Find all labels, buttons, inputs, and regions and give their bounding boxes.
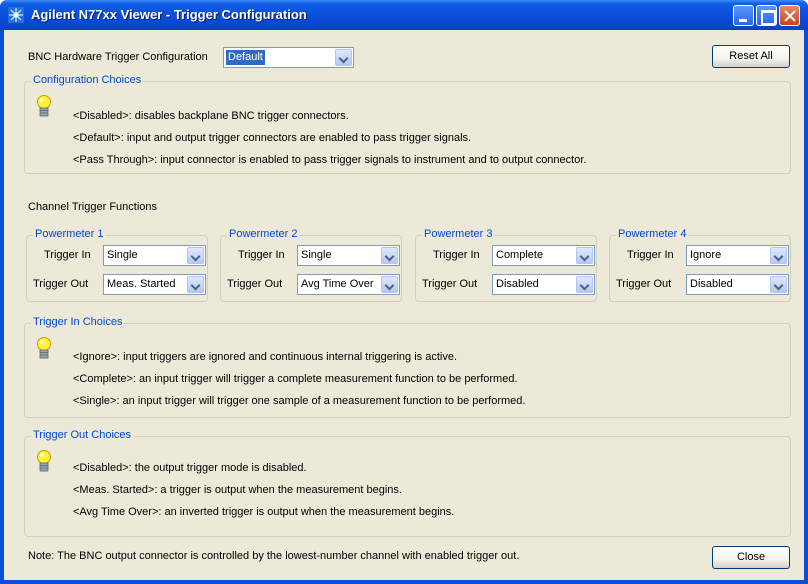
powermeter-2-title: Powermeter 2	[227, 228, 300, 240]
bnc-config-select[interactable]: Default	[223, 47, 354, 68]
powermeter-2-group: Powermeter 2 Trigger In Single Trigger O…	[220, 228, 402, 302]
bnc-config-label: BNC Hardware Trigger Configuration	[28, 51, 208, 63]
trigger-out-choice-avg-time-over: <Avg Time Over>: an inverted trigger is …	[73, 506, 455, 518]
app-icon	[8, 7, 24, 23]
trigger-in-label: Trigger In	[44, 249, 91, 261]
chevron-down-icon[interactable]	[187, 247, 204, 264]
trigger-in-label: Trigger In	[627, 249, 674, 261]
powermeter-3-group: Powermeter 3 Trigger In Complete Trigger…	[415, 228, 597, 302]
chevron-down-icon[interactable]	[335, 49, 352, 66]
trigger-in-choices-group: Trigger In Choices <Ignore>: input trigg…	[24, 316, 791, 418]
trigger-in-label: Trigger In	[238, 249, 285, 261]
trigger-out-choice-disabled: <Disabled>: the output trigger mode is d…	[73, 462, 307, 474]
minimize-icon[interactable]	[733, 5, 754, 26]
powermeter-4-trigger-out-value: Disabled	[690, 278, 733, 290]
powermeter-3-title: Powermeter 3	[422, 228, 495, 240]
powermeter-1-title: Powermeter 1	[33, 228, 106, 240]
chevron-down-icon[interactable]	[381, 276, 398, 293]
trigger-in-choice-complete: <Complete>: an input trigger will trigge…	[73, 373, 518, 385]
window-title: Agilent N77xx Viewer - Trigger Configura…	[31, 7, 307, 22]
reset-all-button[interactable]: Reset All	[712, 45, 790, 68]
close-button[interactable]: Close	[712, 546, 790, 569]
close-icon[interactable]	[779, 5, 800, 26]
powermeter-1-trigger-out-select[interactable]: Meas. Started	[103, 274, 206, 295]
powermeter-4-trigger-in-select[interactable]: Ignore	[686, 245, 789, 266]
trigger-out-choice-meas-started: <Meas. Started>: a trigger is output whe…	[73, 484, 402, 496]
powermeter-2-trigger-in-select[interactable]: Single	[297, 245, 400, 266]
powermeter-4-title: Powermeter 4	[616, 228, 689, 240]
lightbulb-icon	[37, 337, 51, 359]
trigger-out-choices-group: Trigger Out Choices <Disabled>: the outp…	[24, 429, 791, 537]
powermeter-3-trigger-out-select[interactable]: Disabled	[492, 274, 595, 295]
trigger-in-choices-title: Trigger In Choices	[31, 316, 125, 328]
config-choice-disabled: <Disabled>: disables backplane BNC trigg…	[73, 110, 349, 122]
powermeter-4-group: Powermeter 4 Trigger In Ignore Trigger O…	[609, 228, 791, 302]
powermeter-4-trigger-in-value: Ignore	[690, 249, 722, 261]
bnc-config-value: Default	[226, 50, 265, 65]
powermeter-3-trigger-in-value: Complete	[496, 249, 544, 261]
powermeter-1-trigger-in-value: Single	[107, 249, 138, 261]
lightbulb-icon	[37, 95, 51, 117]
footer-note: Note: The BNC output connector is contro…	[28, 550, 520, 562]
trigger-config-window: Agilent N77xx Viewer - Trigger Configura…	[0, 0, 808, 584]
config-choice-pass-through: <Pass Through>: input connector is enabl…	[73, 154, 587, 166]
trigger-out-label: Trigger Out	[227, 278, 283, 290]
channel-trigger-functions-title: Channel Trigger Functions	[28, 201, 158, 213]
trigger-out-label: Trigger Out	[33, 278, 89, 290]
powermeter-3-trigger-in-select[interactable]: Complete	[492, 245, 595, 266]
trigger-in-choice-ignore: <Ignore>: input triggers are ignored and…	[73, 351, 458, 363]
dialog-client-area: BNC Hardware Trigger Configuration Defau…	[4, 30, 804, 580]
chevron-down-icon[interactable]	[187, 276, 204, 293]
powermeter-3-trigger-out-value: Disabled	[496, 278, 539, 290]
powermeter-2-trigger-in-value: Single	[301, 249, 332, 261]
maximize-icon[interactable]	[756, 5, 777, 26]
chevron-down-icon[interactable]	[381, 247, 398, 264]
configuration-choices-group: Configuration Choices <Disabled>: disabl…	[24, 74, 791, 174]
chevron-down-icon[interactable]	[576, 247, 593, 264]
trigger-in-choice-single: <Single>: an input trigger will trigger …	[73, 395, 526, 407]
powermeter-2-trigger-out-value: Avg Time Over	[301, 278, 374, 290]
trigger-out-choices-title: Trigger Out Choices	[31, 429, 134, 441]
chevron-down-icon[interactable]	[770, 247, 787, 264]
chevron-down-icon[interactable]	[770, 276, 787, 293]
title-bar[interactable]: Agilent N77xx Viewer - Trigger Configura…	[0, 0, 808, 30]
config-choice-default: <Default>: input and output trigger conn…	[73, 132, 472, 144]
configuration-choices-title: Configuration Choices	[31, 74, 144, 86]
powermeter-1-group: Powermeter 1 Trigger In Single Trigger O…	[26, 228, 208, 302]
trigger-in-label: Trigger In	[433, 249, 480, 261]
chevron-down-icon[interactable]	[576, 276, 593, 293]
powermeter-2-trigger-out-select[interactable]: Avg Time Over	[297, 274, 400, 295]
powermeter-1-trigger-out-value: Meas. Started	[107, 278, 176, 290]
trigger-out-label: Trigger Out	[616, 278, 672, 290]
lightbulb-icon	[37, 450, 51, 472]
powermeter-1-trigger-in-select[interactable]: Single	[103, 245, 206, 266]
powermeter-4-trigger-out-select[interactable]: Disabled	[686, 274, 789, 295]
trigger-out-label: Trigger Out	[422, 278, 478, 290]
